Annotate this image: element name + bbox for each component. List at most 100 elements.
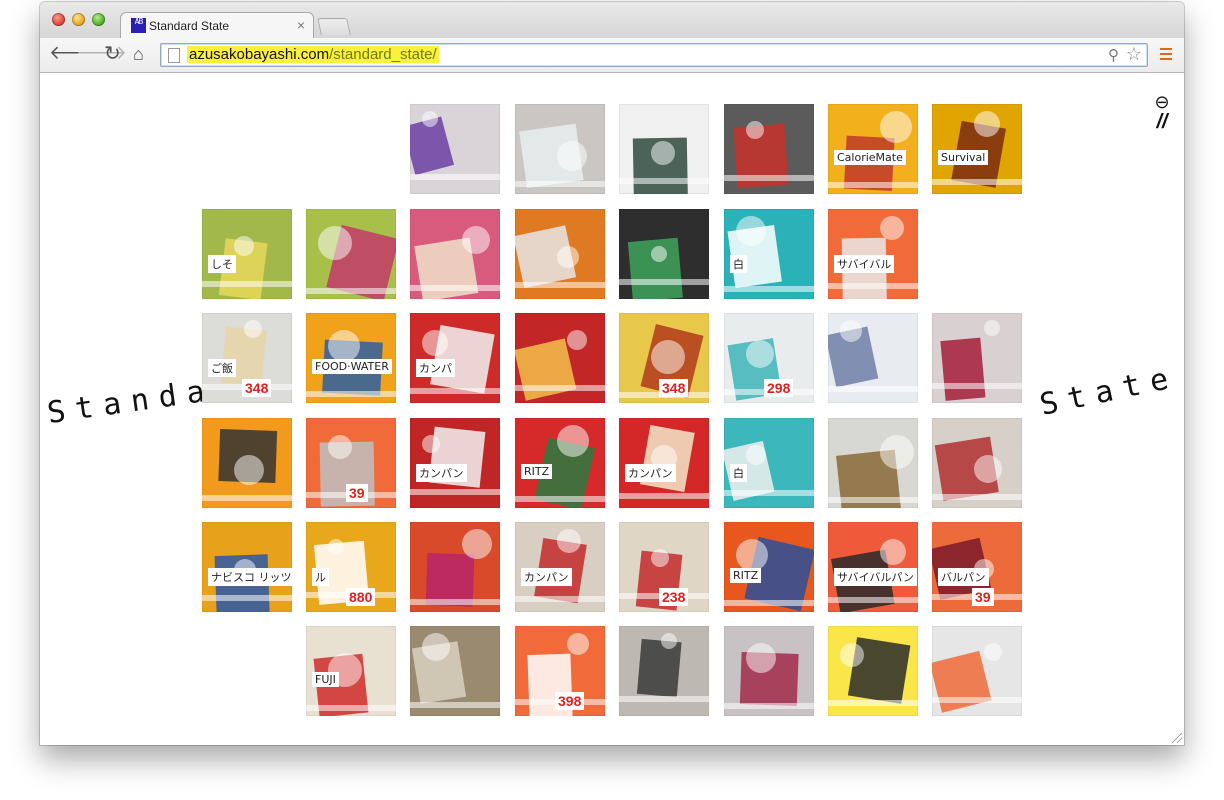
tab-close-icon[interactable]: × xyxy=(297,17,305,33)
price-tag: 238 xyxy=(659,588,689,606)
product-label: RITZ xyxy=(521,464,553,479)
product-label: CalorieMate xyxy=(834,150,906,165)
photo-tile[interactable] xyxy=(828,626,918,716)
product-photo xyxy=(724,121,814,189)
photo-tile[interactable]: ル 880 xyxy=(306,522,396,612)
photo-tile[interactable] xyxy=(932,313,1022,403)
product-photo xyxy=(410,111,500,180)
product-photo xyxy=(306,330,396,397)
photo-tile[interactable] xyxy=(619,209,709,299)
product-photo xyxy=(619,425,709,499)
photo-tile[interactable] xyxy=(410,522,500,612)
product-label: バルパン xyxy=(938,568,989,586)
photo-tile[interactable] xyxy=(724,626,814,716)
product-photo xyxy=(932,320,1022,401)
reload-icon[interactable]: ↻ xyxy=(104,44,121,64)
product-label: カンパ xyxy=(416,359,455,377)
product-label: サバイバルパン xyxy=(834,568,917,586)
resize-grip-icon[interactable] xyxy=(1172,733,1182,743)
photo-tile[interactable]: サバイバル xyxy=(828,209,918,299)
product-photo xyxy=(306,224,396,299)
photo-tile[interactable]: 39 xyxy=(306,418,396,508)
product-photo xyxy=(202,429,292,501)
photo-tile[interactable] xyxy=(828,418,918,508)
photo-tile[interactable] xyxy=(619,104,709,194)
zoom-window-button[interactable] xyxy=(92,13,105,26)
photo-tile[interactable] xyxy=(410,104,500,194)
corner-icons: ⊖ // xyxy=(1152,93,1172,133)
photo-tile[interactable]: カンパン xyxy=(410,418,500,508)
product-label: カンパン xyxy=(416,464,467,482)
tab-standard-state[interactable]: AB Standard State × xyxy=(120,12,314,40)
product-photo xyxy=(828,216,918,299)
photo-tile[interactable] xyxy=(202,418,292,508)
product-photo xyxy=(515,425,605,508)
photo-tile[interactable]: カンパ xyxy=(410,313,500,403)
product-label: ナビスコ リッツ xyxy=(208,568,292,586)
photo-tile[interactable] xyxy=(619,626,709,716)
page-icon xyxy=(168,48,180,63)
photo-tile[interactable]: カンパン xyxy=(515,522,605,612)
product-photo xyxy=(619,237,709,299)
price-tag: 39 xyxy=(346,484,368,502)
photo-tile[interactable]: FUJI xyxy=(306,626,396,716)
photo-tile[interactable]: 238 xyxy=(619,522,709,612)
product-label: RITZ xyxy=(730,568,762,583)
photo-tile[interactable] xyxy=(515,209,605,299)
photo-tile[interactable]: しそ xyxy=(202,209,292,299)
photo-tile[interactable]: 白 xyxy=(724,418,814,508)
photo-tile[interactable]: 348 xyxy=(619,313,709,403)
title-state: State xyxy=(1036,359,1182,423)
product-label: 白 xyxy=(730,464,747,482)
photo-tile[interactable]: Survival xyxy=(932,104,1022,194)
double-slash-icon[interactable]: // xyxy=(1152,111,1172,133)
product-photo xyxy=(724,536,814,612)
menu-hamburger-icon[interactable] xyxy=(1160,48,1172,63)
product-photo xyxy=(202,236,292,299)
new-tab-button[interactable] xyxy=(317,18,351,35)
page-content: ⊖ // Standard State CalorieMate Survival し… xyxy=(40,73,1184,745)
photo-tile[interactable] xyxy=(410,209,500,299)
photo-tile[interactable] xyxy=(724,104,814,194)
product-photo xyxy=(932,436,1022,501)
photo-tile[interactable]: RITZ xyxy=(515,418,605,508)
photo-tile[interactable]: FOOD·WATER xyxy=(306,313,396,403)
close-window-button[interactable] xyxy=(52,13,65,26)
product-label: サバイバル xyxy=(834,255,895,273)
photo-tile[interactable]: ご飯 348 xyxy=(202,313,292,403)
photo-tile[interactable]: 398 xyxy=(515,626,605,716)
photo-tile[interactable]: 298 xyxy=(724,313,814,403)
photo-tile[interactable]: カンパン xyxy=(619,418,709,508)
product-photo xyxy=(724,216,814,292)
photo-tile[interactable] xyxy=(932,626,1022,716)
photo-tile[interactable] xyxy=(410,626,500,716)
photo-tile[interactable] xyxy=(932,418,1022,508)
photo-tile[interactable] xyxy=(828,313,918,403)
minimize-window-button[interactable] xyxy=(72,13,85,26)
favicon-icon: AB xyxy=(131,17,146,33)
search-icon[interactable]: ⚲ xyxy=(1108,46,1119,64)
url-text[interactable]: azusakobayashi.com/standard_state/ xyxy=(187,46,439,63)
photo-tile[interactable]: RITZ xyxy=(724,522,814,612)
photo-tile[interactable] xyxy=(306,209,396,299)
photo-tile[interactable] xyxy=(515,104,605,194)
photo-tile[interactable]: バルパン 39 xyxy=(932,522,1022,612)
photo-tile[interactable]: 白 xyxy=(724,209,814,299)
circle-slash-icon[interactable]: ⊖ xyxy=(1152,93,1172,111)
product-label: Survival xyxy=(938,150,989,165)
address-bar[interactable]: azusakobayashi.com/standard_state/ ⚲ ☆ xyxy=(160,43,1148,67)
photo-tile[interactable]: ナビスコ リッツ xyxy=(202,522,292,612)
photo-tile[interactable]: CalorieMate xyxy=(828,104,918,194)
product-label: しそ xyxy=(208,255,236,273)
product-label: ル xyxy=(312,568,329,586)
product-photo xyxy=(410,324,500,394)
price-tag: 880 xyxy=(346,588,376,606)
home-icon[interactable]: ⌂ xyxy=(133,44,144,64)
product-photo xyxy=(410,226,500,299)
photo-tile[interactable] xyxy=(515,313,605,403)
bookmark-star-icon[interactable]: ☆ xyxy=(1126,44,1142,65)
price-tag: 298 xyxy=(764,379,794,397)
price-tag: 398 xyxy=(555,692,585,710)
photo-tile[interactable]: サバイバルパン xyxy=(828,522,918,612)
product-photo xyxy=(724,440,814,501)
